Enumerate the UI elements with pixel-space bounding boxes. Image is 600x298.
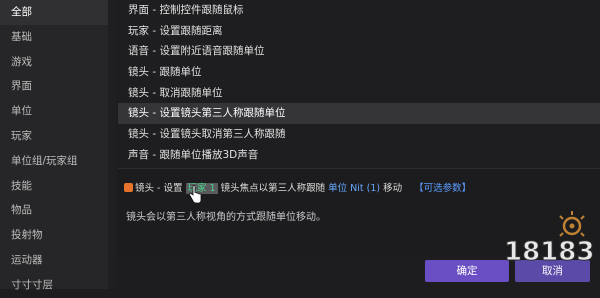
action-description: 镜头会以第三人称视角的方式跟随单位移动。 xyxy=(126,212,326,223)
category-item-all[interactable]: 全部 xyxy=(0,0,108,25)
camera-icon xyxy=(124,183,133,192)
action-list-item-selected[interactable]: 镜头 - 设置镜头第三人称跟随单位 xyxy=(118,103,600,125)
category-item-item[interactable]: 物品 xyxy=(0,198,108,223)
category-item-mover[interactable]: 运动器 xyxy=(0,248,108,273)
optional-params-link[interactable]: 【可选参数】 xyxy=(414,183,471,194)
category-item-projectile[interactable]: 投射物 xyxy=(0,223,108,248)
hand-cursor-icon xyxy=(189,185,202,204)
category-item-ui[interactable]: 界面 xyxy=(0,74,108,99)
category-item-basic[interactable]: 基础 xyxy=(0,25,108,50)
unit-param-link[interactable]: 单位 Nit (1) xyxy=(328,183,380,194)
action-list-item[interactable]: 声音 - 跟随单位播放3D声音 xyxy=(118,145,600,166)
category-item-partial[interactable]: 寸寸寸层 xyxy=(0,273,108,298)
category-item-ability[interactable]: 技能 xyxy=(0,174,108,199)
sidebar-scrollbar[interactable] xyxy=(108,0,116,289)
category-item-unit-group[interactable]: 单位组/玩家组 xyxy=(0,149,108,174)
category-sidebar: 全部 基础 游戏 界面 单位 玩家 单位组/玩家组 技能 物品 投射物 运动器 … xyxy=(0,0,109,291)
divider xyxy=(118,168,600,169)
syntax-middle: 镜头焦点以第三人称跟随 xyxy=(217,183,329,194)
category-item-game[interactable]: 游戏 xyxy=(0,50,108,75)
category-item-unit[interactable]: 单位 xyxy=(0,99,108,124)
watermark-text: 18183 xyxy=(504,237,594,267)
action-list-item[interactable]: 镜头 - 设置镜头取消第三人称跟随 xyxy=(118,124,600,145)
action-list-item[interactable]: 界面 - 控制控件跟随鼠标 xyxy=(118,0,600,21)
site-watermark-logo: 18183 xyxy=(504,211,595,268)
action-list-item[interactable]: 镜头 - 取消跟随单位 xyxy=(118,83,600,104)
syntax-suffix: 移动 xyxy=(380,183,403,194)
action-list: 界面 - 控制控件跟随鼠标 玩家 - 设置跟随距离 语音 - 设置附近语音跟随单… xyxy=(118,0,600,168)
action-list-item[interactable]: 镜头 - 跟随单位 xyxy=(118,62,600,83)
action-syntax-line: 镜头 - 设置 玩家 1 镜头焦点以第三人称跟随 单位 Nit (1) 移动 【可… xyxy=(124,180,471,194)
ok-button[interactable]: 确定 xyxy=(425,260,509,282)
category-item-player[interactable]: 玩家 xyxy=(0,124,108,149)
trigger-action-picker: 全部 基础 游戏 界面 单位 玩家 单位组/玩家组 技能 物品 投射物 运动器 … xyxy=(0,0,600,291)
action-list-item[interactable]: 玩家 - 设置跟随距离 xyxy=(118,21,600,42)
syntax-prefix: 镜头 - 设置 xyxy=(135,183,186,194)
action-list-item[interactable]: 语音 - 设置附近语音跟随单位 xyxy=(118,41,600,62)
